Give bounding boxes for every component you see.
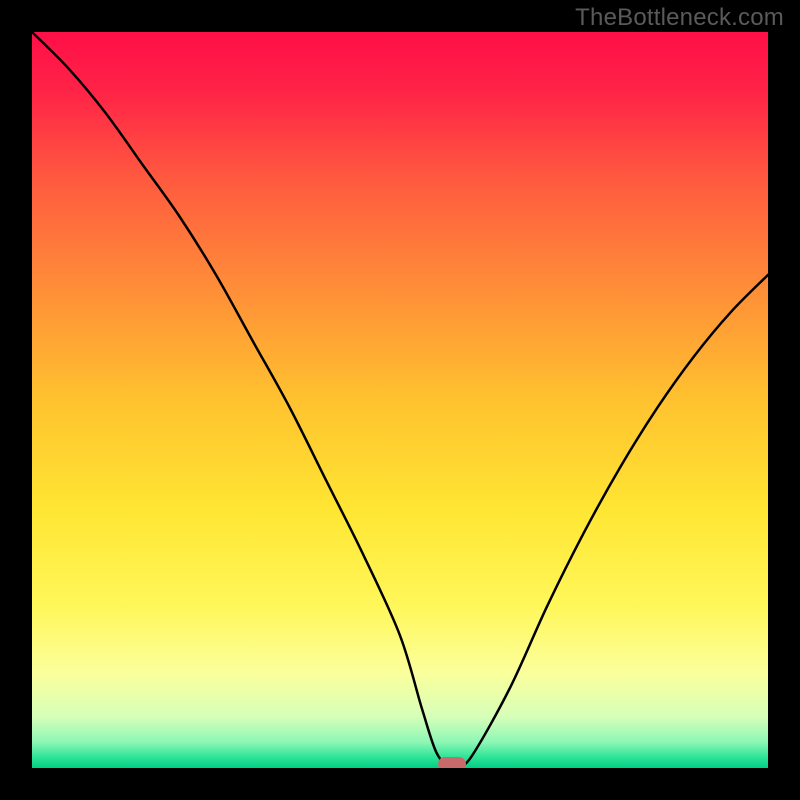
optimal-point-marker: [438, 757, 466, 768]
watermark-text: TheBottleneck.com: [575, 4, 784, 32]
bottleneck-curve: [32, 32, 768, 768]
chart-frame: TheBottleneck.com: [0, 0, 800, 800]
plot-area: [32, 32, 768, 768]
